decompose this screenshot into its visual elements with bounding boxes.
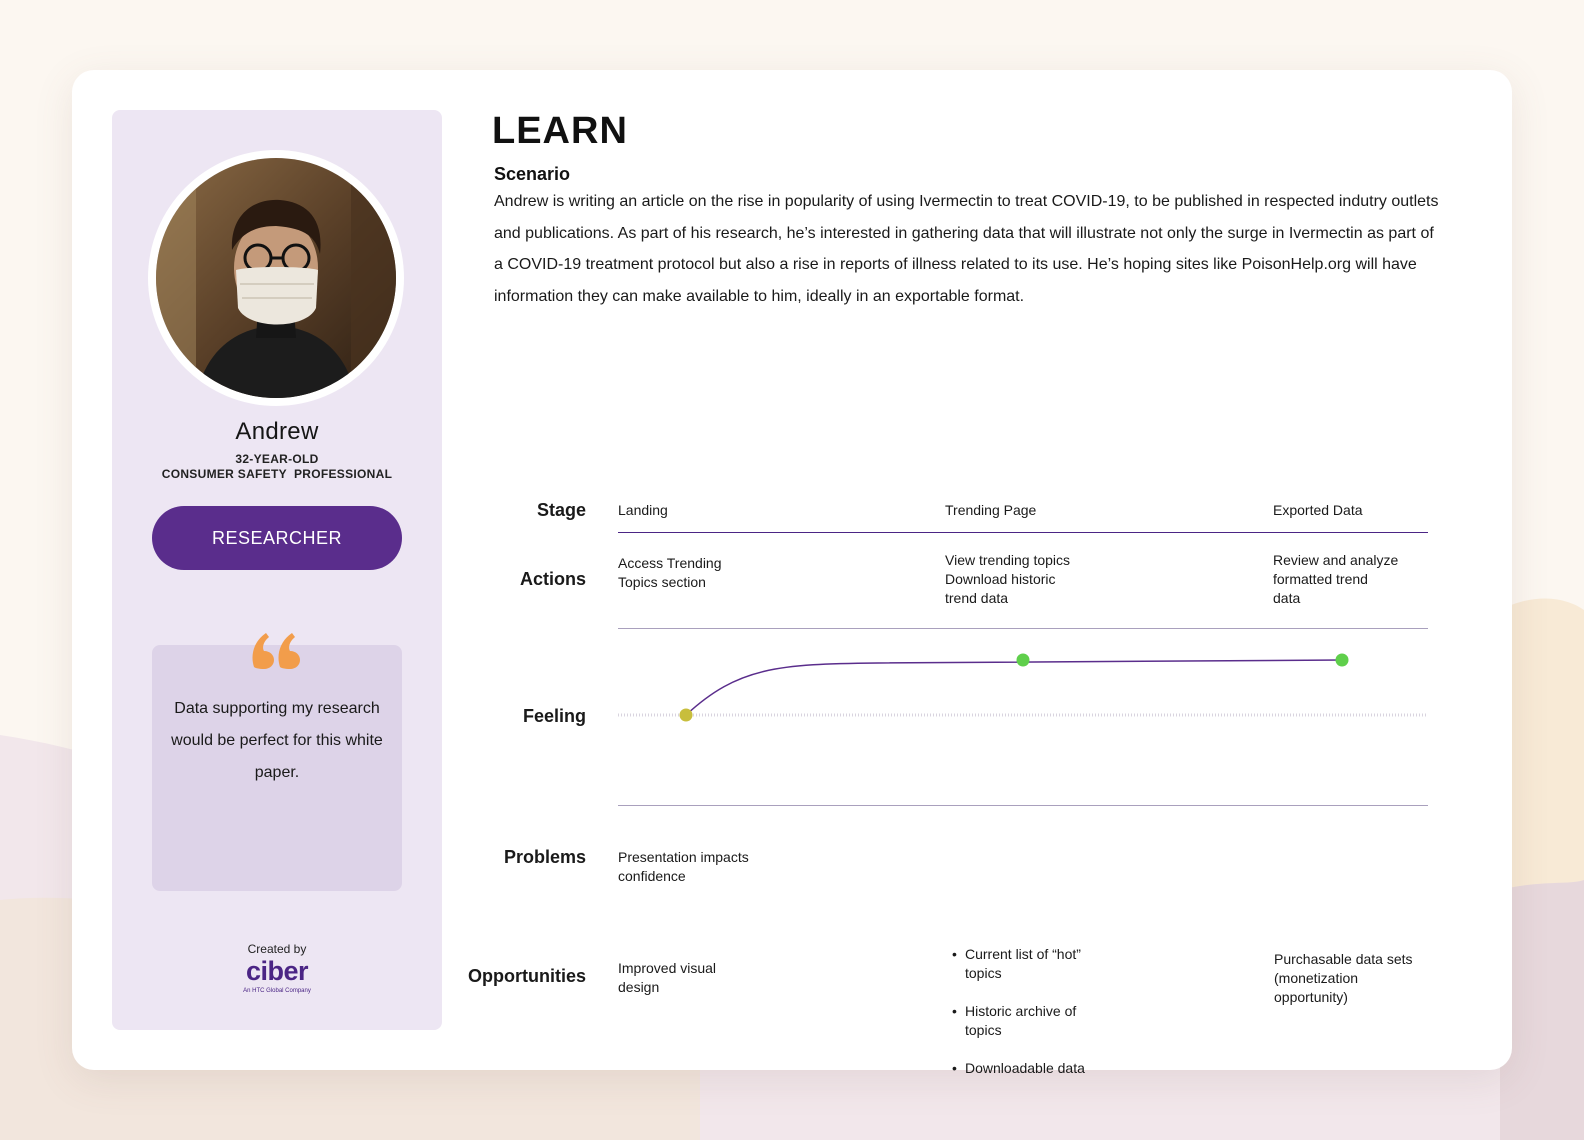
persona-quote: Data supporting my research would be per… xyxy=(171,700,383,781)
feeling-line xyxy=(685,659,1343,716)
persona-name: Andrew xyxy=(235,418,319,445)
actions-divider xyxy=(618,628,1428,629)
persona-occupation: CONSUMER SAFETY PROFESSIONAL xyxy=(161,467,393,481)
persona-avatar xyxy=(148,150,404,406)
action-trending-page: View trending topics Download historic t… xyxy=(945,552,1071,606)
persona-quote-card: Data supporting my research would be per… xyxy=(152,633,402,891)
researcher-role-button[interactable]: RESEARCHER xyxy=(152,506,402,570)
opportunity-trending-item: Current list of “hot” topics xyxy=(952,945,1085,983)
problem-landing: Presentation impacts confidence xyxy=(618,849,749,884)
action-exported-data: Review and analyze formatted trend data xyxy=(1273,552,1399,606)
stage-trending-page: Trending Page xyxy=(945,502,1037,518)
persona-journey-card: Andrew 32-YEAR-OLD CONSUMER SAFETY PROFE… xyxy=(72,70,1512,1078)
quote-mark-icon xyxy=(252,633,300,669)
opportunity-trending-list: Current list of “hot” topics Historic ar… xyxy=(952,926,1085,1097)
stage-landing: Landing xyxy=(618,502,668,518)
avatar-photo xyxy=(156,158,396,398)
opportunity-trending-item: Downloadable data xyxy=(952,1059,1085,1078)
persona-age: 32-YEAR-OLD xyxy=(235,452,319,466)
stage-row-label: Stage xyxy=(536,500,586,520)
feeling-row-label: Feeling xyxy=(522,706,586,726)
scenario-heading: Scenario xyxy=(494,164,571,184)
feeling-point xyxy=(1335,653,1349,667)
action-landing: Access Trending Topics section xyxy=(618,555,722,590)
actions-row-label: Actions xyxy=(519,569,586,589)
feeling-curve xyxy=(618,653,1428,722)
created-by-label: Created by xyxy=(247,942,307,956)
scenario-text: Andrew is writing an article on the rise… xyxy=(494,193,1439,306)
ciber-logo-tagline: An HTC Global Company xyxy=(243,988,311,994)
opportunity-exported-data: Purchasable data sets (monetization oppo… xyxy=(1274,951,1413,1005)
opportunities-row-label: Opportunities xyxy=(468,966,586,986)
feeling-point xyxy=(679,708,693,722)
page-title: LEARN xyxy=(492,110,628,152)
opportunity-landing: Improved visual design xyxy=(618,960,717,995)
stage-exported-data: Exported Data xyxy=(1273,502,1363,518)
problems-row-label: Problems xyxy=(503,847,586,867)
opportunity-trending-item: Historic archive of topics xyxy=(952,1002,1085,1040)
feeling-divider xyxy=(618,805,1428,806)
feeling-point xyxy=(1016,653,1030,667)
stage-divider xyxy=(618,532,1428,533)
